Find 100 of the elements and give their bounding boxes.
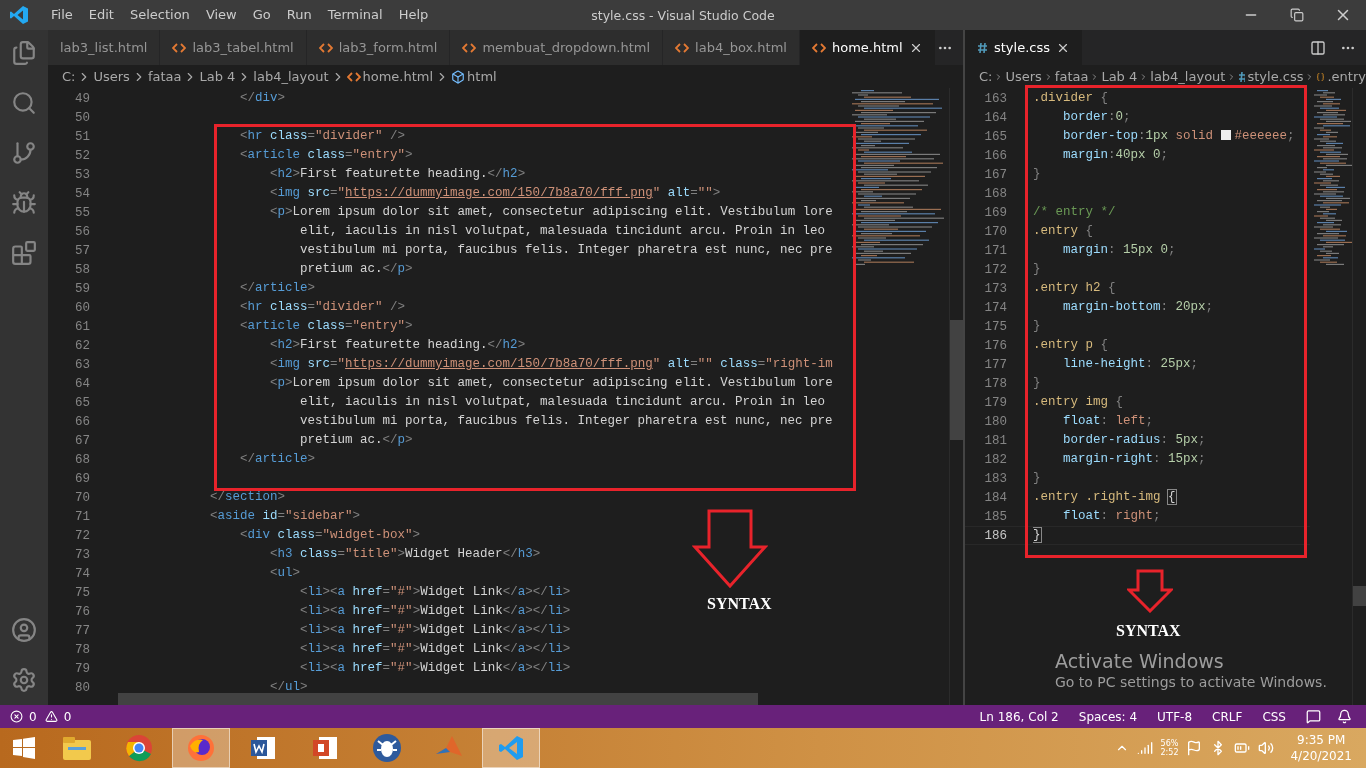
horizontal-scrollbar[interactable] bbox=[118, 693, 758, 705]
code-line: } bbox=[1033, 166, 1041, 183]
code-line: .entry .right-img { bbox=[1033, 489, 1176, 506]
line-number: 54 bbox=[74, 186, 91, 201]
code-line: <li><a href="#">Widget Link</a></li> bbox=[299, 584, 571, 601]
explorer-icon[interactable] bbox=[11, 40, 37, 66]
breadcrumb-item[interactable]: Users bbox=[1005, 69, 1042, 84]
cube-icon bbox=[451, 69, 466, 84]
branch-icon[interactable] bbox=[11, 140, 37, 166]
code-line: <h2>First featurette heading.</h2> bbox=[269, 337, 526, 354]
flag-icon[interactable] bbox=[1186, 740, 1203, 756]
battery-icon[interactable] bbox=[1234, 740, 1251, 756]
menu-item[interactable]: Terminal bbox=[319, 0, 391, 30]
code-line: </article> bbox=[239, 280, 316, 297]
feedback-icon[interactable] bbox=[1306, 709, 1321, 724]
slides-icon[interactable] bbox=[311, 734, 339, 762]
scrollbar[interactable] bbox=[1352, 88, 1366, 705]
line-number: 171 bbox=[983, 243, 1008, 258]
line-number: 183 bbox=[983, 471, 1008, 486]
breadcrumb-item[interactable]: C: bbox=[62, 69, 76, 84]
code-line: pretium ac.</p> bbox=[299, 432, 413, 449]
warning-icon[interactable] bbox=[44, 710, 58, 723]
line-number: 180 bbox=[983, 414, 1008, 429]
code-line: border-top:1px solid #eeeeee; bbox=[1062, 128, 1295, 145]
line-number: 174 bbox=[983, 300, 1008, 315]
breadcrumb-item[interactable]: fataa bbox=[1054, 69, 1089, 84]
line-number: 51 bbox=[74, 129, 91, 144]
breadcrumb-item[interactable]: Users bbox=[93, 69, 130, 84]
breadcrumb-item[interactable]: Lab 4 bbox=[199, 69, 236, 84]
menu-item[interactable]: Help bbox=[390, 0, 437, 30]
extensions-icon[interactable] bbox=[11, 240, 37, 266]
line-number: 69 bbox=[74, 471, 91, 486]
line-number: 164 bbox=[983, 110, 1008, 125]
status-item[interactable]: CSS bbox=[1254, 709, 1294, 724]
line-number: 166 bbox=[983, 148, 1008, 163]
code-line: .entry p { bbox=[1033, 337, 1109, 354]
breadcrumb-item[interactable]: lab4_layout bbox=[253, 69, 329, 84]
editor-tab[interactable]: membuat_dropdown.html bbox=[450, 30, 664, 65]
folder-icon[interactable] bbox=[62, 735, 92, 761]
editor-tab[interactable]: home.html bbox=[799, 30, 936, 65]
menu-item[interactable]: Go bbox=[244, 0, 279, 30]
breadcrumb-item[interactable]: lab4_layout bbox=[1150, 69, 1226, 84]
breadcrumb-item[interactable]: .entry bbox=[1327, 69, 1366, 84]
editor-tab[interactable]: lab4_box.html bbox=[663, 30, 800, 65]
menu-item[interactable]: Selection bbox=[121, 0, 198, 30]
restore-icon[interactable] bbox=[1290, 8, 1304, 22]
bell-icon[interactable] bbox=[1337, 709, 1352, 724]
code-line: } bbox=[1033, 375, 1041, 392]
taskbar-app[interactable] bbox=[172, 728, 230, 768]
problem-count[interactable]: 0 bbox=[61, 709, 76, 724]
battery-percent: 56% bbox=[1160, 739, 1179, 748]
activation-title: Activate Windows bbox=[1055, 650, 1225, 672]
breadcrumb-item[interactable]: html bbox=[467, 69, 497, 84]
status-item[interactable]: CRLF bbox=[1204, 709, 1251, 724]
volume-icon[interactable] bbox=[1258, 740, 1275, 756]
code-line: </ul> bbox=[269, 679, 308, 696]
split-editor-icon[interactable] bbox=[1310, 39, 1326, 56]
editor-tab[interactable]: lab3_tabel.html bbox=[160, 30, 307, 65]
breadcrumb-item[interactable]: C: bbox=[979, 69, 993, 84]
error-icon[interactable] bbox=[10, 710, 23, 723]
breadcrumb-item[interactable]: fataa bbox=[147, 69, 182, 84]
settings-icon[interactable] bbox=[11, 667, 37, 693]
editor-tab[interactable]: style.css bbox=[965, 30, 1083, 65]
bug-icon[interactable] bbox=[11, 190, 37, 216]
line-number: 52 bbox=[74, 148, 91, 163]
menu-item[interactable]: Run bbox=[278, 0, 320, 30]
menu-item[interactable]: View bbox=[197, 0, 245, 30]
status-item[interactable]: UTF-8 bbox=[1149, 709, 1201, 724]
code-line: .entry h2 { bbox=[1033, 280, 1116, 297]
menu-item[interactable]: File bbox=[43, 0, 81, 30]
breadcrumb-item[interactable]: Lab 4 bbox=[1101, 69, 1138, 84]
hash-icon bbox=[1238, 70, 1246, 83]
code-line: <aside id="sidebar"> bbox=[209, 508, 361, 525]
search-icon[interactable] bbox=[11, 90, 37, 116]
document-icon[interactable] bbox=[249, 734, 277, 762]
browser-icon[interactable] bbox=[125, 734, 153, 762]
line-number: 62 bbox=[74, 338, 91, 353]
line-number: 67 bbox=[74, 433, 91, 448]
code-line: } bbox=[1033, 318, 1041, 335]
account-icon[interactable] bbox=[11, 617, 37, 643]
signal-icon[interactable] bbox=[1136, 740, 1153, 756]
line-number: 173 bbox=[983, 281, 1008, 296]
breadcrumb-item[interactable]: style.css bbox=[1247, 69, 1304, 84]
code-line: <article class="entry"> bbox=[239, 147, 413, 164]
editor-tab[interactable]: lab3_list.html bbox=[48, 30, 161, 65]
code-line: <li><a href="#">Widget Link</a></li> bbox=[299, 660, 571, 677]
fox-globe-icon[interactable] bbox=[187, 734, 215, 762]
code-line: </article> bbox=[239, 451, 316, 468]
status-item[interactable]: Ln 186, Col 2 bbox=[971, 709, 1067, 724]
four-panes-icon[interactable] bbox=[13, 737, 35, 759]
code-line: float: right; bbox=[1062, 508, 1161, 525]
code-line: vestibulum mi porta, faucibus felis. Integer pharetra est nunc, nec pre bbox=[299, 242, 833, 259]
bug-icon[interactable] bbox=[372, 733, 402, 763]
line-number: 74 bbox=[74, 566, 91, 581]
problem-count[interactable]: 0 bbox=[27, 709, 41, 724]
menu-item[interactable]: Edit bbox=[80, 0, 122, 30]
status-item[interactable]: Spaces: 4 bbox=[1070, 709, 1146, 724]
breadcrumb-item[interactable]: home.html bbox=[362, 69, 434, 84]
editor-tab[interactable]: lab3_form.html bbox=[306, 30, 451, 65]
code-line: <li><a href="#">Widget Link</a></li> bbox=[299, 641, 571, 658]
